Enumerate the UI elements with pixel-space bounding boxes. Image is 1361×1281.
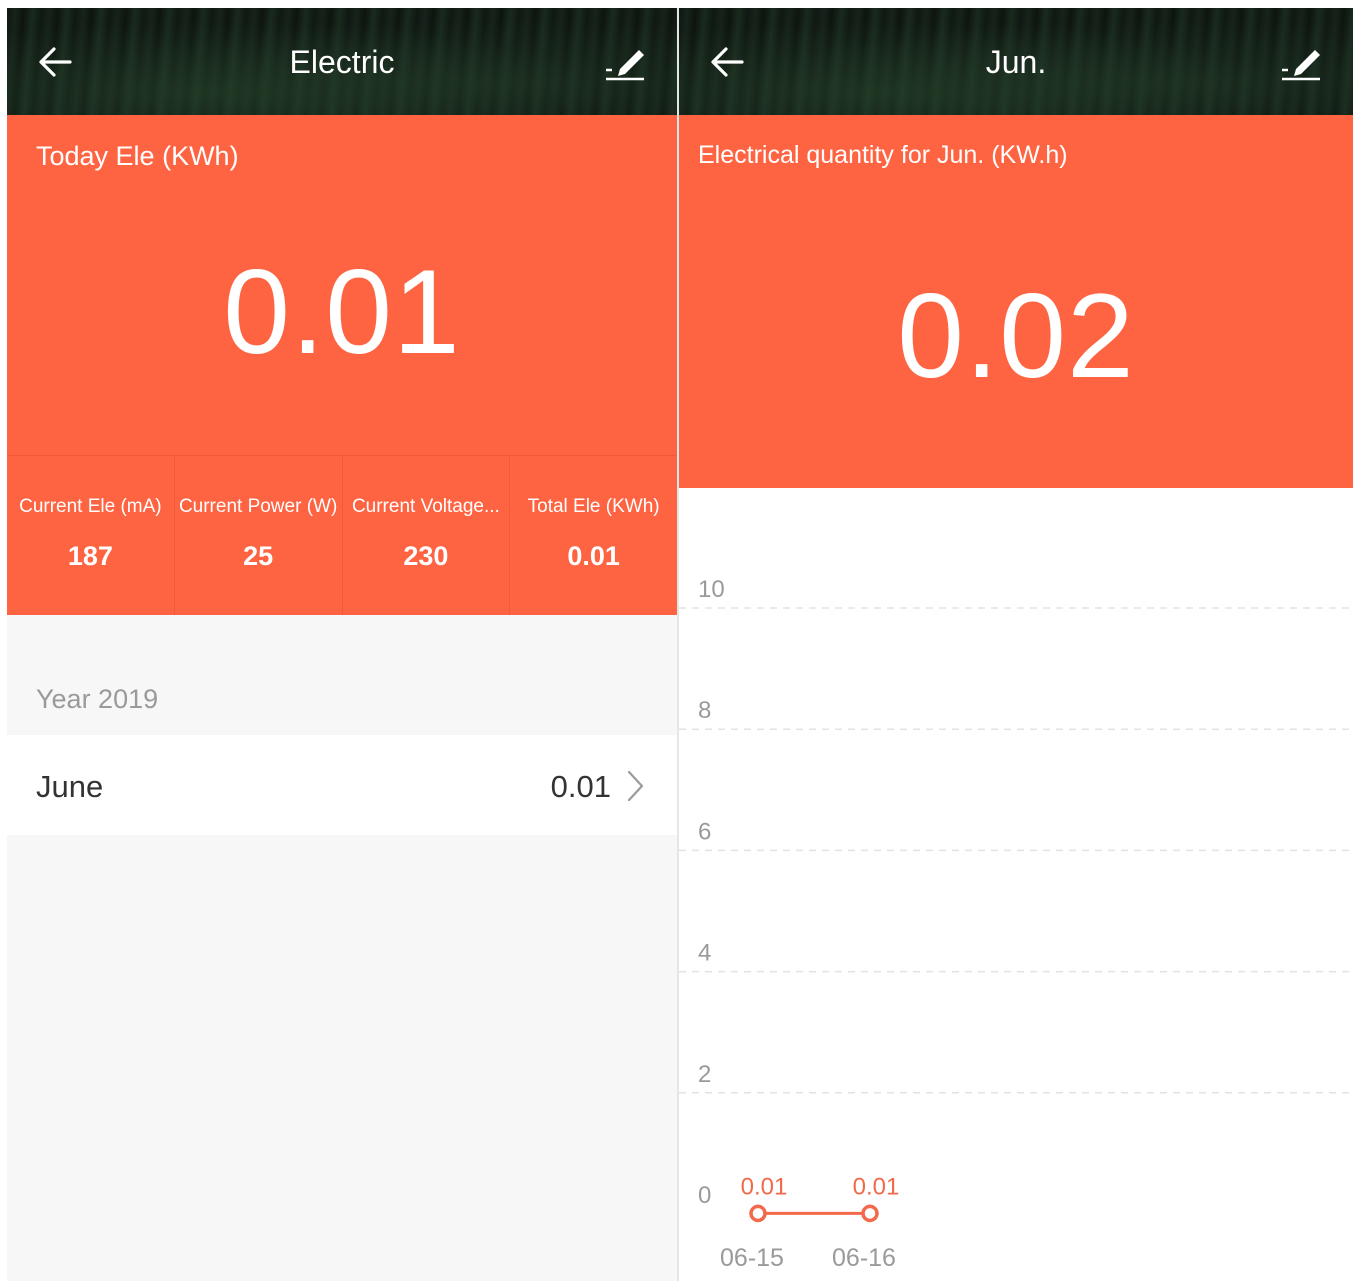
month-row-june[interactable]: June 0.01 [7, 735, 677, 835]
y-tick-label: 2 [698, 1061, 711, 1088]
data-label: 0.01 [741, 1173, 788, 1200]
pencil-edit-icon [1282, 50, 1320, 81]
edit-button[interactable] [599, 38, 651, 86]
stat-label: Current Voltage... [351, 496, 500, 517]
today-label: Today Ele (KWh) [36, 141, 239, 171]
stat-label: Total Ele (KWh) [527, 496, 660, 517]
stat-value: 0.01 [567, 541, 620, 571]
stat-value: 25 [243, 541, 274, 571]
y-tick-label: 0 [698, 1182, 711, 1209]
electric-panel: Electric Today Ele (KWh) 0.01 Current El… [7, 8, 677, 1281]
month-total-value: 0.02 [897, 269, 1135, 403]
data-point [861, 1204, 879, 1223]
month-name: June [36, 769, 104, 804]
today-summary-card: Today Ele (KWh) 0.01 Current Ele (mA) 18… [7, 115, 677, 615]
stat-total-ele: Total Ele (KWh) 0.01 [510, 456, 677, 615]
month-detail-panel: Jun. Electrical quantity for Jun. (KW.h)… [679, 8, 1353, 1281]
x-tick-label: 06-15 [720, 1244, 784, 1272]
month-subtitle: Electrical quantity for Jun. (KW.h) [698, 141, 1068, 169]
page-title: Electric [289, 44, 395, 80]
stat-label: Current Power (W) [178, 496, 338, 517]
month-value: 0.01 [550, 769, 611, 804]
today-value: 0.01 [223, 245, 461, 379]
year-label: Year 2019 [36, 684, 159, 714]
data-label: 0.01 [853, 1173, 900, 1200]
y-tick-label: 10 [698, 576, 725, 603]
y-tick-label: 6 [698, 818, 711, 845]
stat-current-ele: Current Ele (mA) 187 [7, 456, 175, 615]
pencil-edit-icon [606, 50, 644, 81]
stat-value: 187 [67, 541, 113, 571]
page-title: Jun. [985, 44, 1047, 80]
daily-usage-chart: 0 2 4 6 8 10 0.01 06-15 0.01 06-16 [679, 488, 1353, 1281]
x-tick-label: 06-16 [832, 1244, 896, 1272]
header-bar: Jun. [679, 8, 1353, 115]
stat-current-power: Current Power (W) 25 [175, 456, 343, 615]
chevron-right-icon [627, 770, 644, 802]
month-summary-card: Electrical quantity for Jun. (KW.h) 0.02 [679, 115, 1353, 488]
stat-value: 230 [403, 541, 449, 571]
y-tick-label: 8 [698, 697, 711, 724]
header-bar: Electric [7, 8, 677, 115]
chart-svg: 0 2 4 6 8 10 0.01 06-15 0.01 06-16 [679, 576, 1353, 1272]
data-point [749, 1204, 767, 1223]
stat-label: Current Ele (mA) [19, 496, 162, 517]
stats-row: Current Ele (mA) 187 Current Power (W) 2… [7, 455, 677, 615]
stat-current-voltage: Current Voltage... 230 [343, 456, 511, 615]
y-tick-label: 4 [698, 940, 711, 967]
edit-button[interactable] [1275, 38, 1327, 86]
